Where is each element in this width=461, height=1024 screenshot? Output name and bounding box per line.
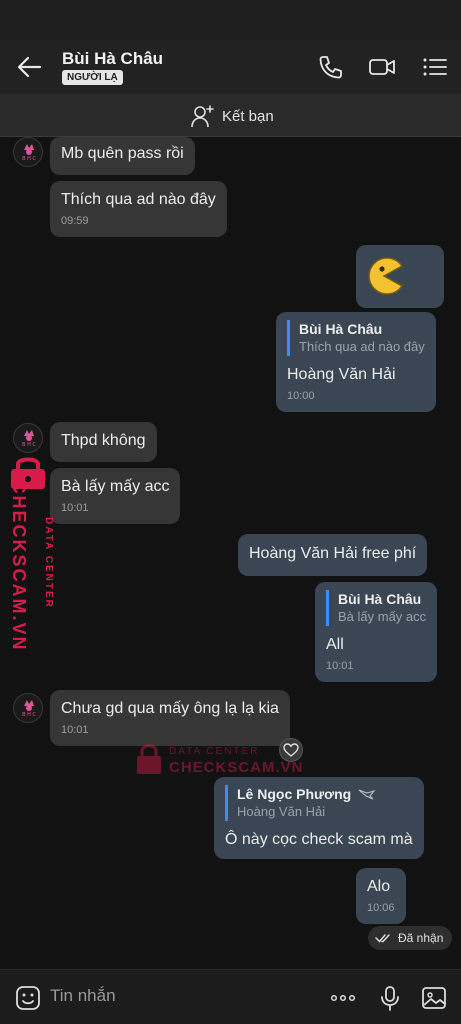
- delivery-status: Đã nhận: [368, 926, 453, 950]
- avatar-logo-icon: B H C: [22, 430, 36, 448]
- status-bar: [0, 0, 461, 40]
- reply-header: Lê Ngọc Phương: [237, 785, 413, 803]
- contact-name[interactable]: Bùi Hà Châu: [62, 49, 163, 69]
- avatar-logo-icon: B H C: [22, 700, 36, 718]
- message-bubble[interactable]: Bùi Hà Châu Bà lấy mấy acc All 10:01: [315, 582, 438, 682]
- message-input-bar: Tin nhắn: [0, 969, 461, 1024]
- stranger-badge: NGƯỜI LẠ: [62, 70, 123, 85]
- message-time: 10:06: [367, 902, 395, 914]
- message-text: Chưa gd qua mấy ông lạ lạ kia: [61, 700, 279, 717]
- reply-name: Bùi Hà Châu: [299, 321, 383, 337]
- message-time: 09:59: [61, 215, 89, 227]
- reply-quote[interactable]: Bùi Hà Châu Bà lấy mấy acc: [326, 590, 426, 626]
- add-friend-bar: Kết bạn: [0, 94, 461, 137]
- message-time: 10:01: [61, 502, 89, 514]
- message-time: 10:00: [287, 390, 315, 402]
- message-text: All: [326, 636, 344, 653]
- message-text: Bà lấy mấy acc: [61, 478, 170, 495]
- chat-header: Bùi Hà Châu NGƯỜI LẠ: [0, 40, 461, 94]
- image-icon[interactable]: [420, 984, 448, 1012]
- sticker-mini-icon: [358, 789, 376, 800]
- reply-quote[interactable]: Bùi Hà Châu Thích qua ad nào đây: [287, 320, 425, 356]
- message-bubble[interactable]: Thích qua ad nào đây 09:59: [50, 181, 227, 237]
- more-dots-icon[interactable]: [329, 984, 357, 1012]
- avatar[interactable]: B H C: [13, 693, 43, 723]
- sticker-message[interactable]: [356, 245, 444, 308]
- list-menu-icon[interactable]: [421, 54, 449, 80]
- watermark-line1: DATA CENTER: [169, 746, 260, 757]
- message-bubble[interactable]: Hoàng Văn Hải free phí: [238, 534, 428, 576]
- double-check-icon: [375, 934, 390, 943]
- reply-name: Lê Ngọc Phương: [237, 786, 352, 802]
- watermark-line2: CHECKSCAM.VN: [9, 480, 29, 652]
- message-bubble[interactable]: Bùi Hà Châu Thích qua ad nào đây Hoàng V…: [276, 312, 436, 412]
- watermark-vertical: DATA CENTER CHECKSCAM.VN: [6, 455, 56, 655]
- phone-icon[interactable]: [316, 54, 344, 80]
- svg-text:B H C: B H C: [22, 442, 36, 448]
- svg-text:B H C: B H C: [22, 712, 36, 718]
- message-bubble[interactable]: Mb quên pass rồi: [50, 137, 195, 175]
- message-bubble[interactable]: Lê Ngọc Phương Hoàng Văn Hải Ô này cọc c…: [214, 777, 424, 859]
- message-time: 10:01: [326, 660, 354, 672]
- arrow-left-icon[interactable]: [14, 54, 44, 80]
- add-friend-button[interactable]: Kết bạn: [190, 102, 274, 130]
- message-text: Mb quên pass rồi: [61, 145, 184, 162]
- message-time: 10:01: [61, 724, 89, 736]
- emoji-icon[interactable]: [14, 984, 42, 1012]
- video-camera-icon[interactable]: [368, 54, 396, 80]
- pacman-sticker: [368, 257, 404, 295]
- watermark-line2: CHECKSCAM.VN: [169, 759, 304, 776]
- message-bubble[interactable]: Chưa gd qua mấy ông lạ lạ kia 10:01: [50, 690, 290, 746]
- svg-text:B H C: B H C: [22, 156, 36, 162]
- reply-snippet: Thích qua ad nào đây: [299, 339, 425, 354]
- delivery-status-label: Đã nhận: [398, 931, 444, 945]
- message-list[interactable]: B H C Mb quên pass rồi Thích qua ad nào …: [0, 137, 461, 969]
- message-text: Thích qua ad nào đây: [61, 191, 216, 208]
- avatar[interactable]: B H C: [13, 137, 43, 167]
- watermark-center: DATA CENTER CHECKSCAM.VN: [135, 742, 303, 782]
- watermark-line1: DATA CENTER: [43, 517, 54, 609]
- message-text: Thpd không: [61, 432, 146, 449]
- message-bubble[interactable]: Bà lấy mấy acc 10:01: [50, 468, 181, 524]
- reply-snippet: Hoàng Văn Hải: [237, 804, 326, 819]
- message-text: Ô này cọc check scam mà: [225, 831, 413, 848]
- message-bubble[interactable]: Thpd không: [50, 422, 157, 462]
- reply-name: Bùi Hà Châu: [338, 591, 422, 607]
- add-friend-label: Kết bạn: [222, 107, 274, 125]
- message-text: Alo: [367, 878, 391, 895]
- padlock-icon: [137, 744, 161, 774]
- message-input[interactable]: Tin nhắn: [50, 986, 116, 1006]
- message-text: Hoàng Văn Hải: [287, 366, 396, 383]
- message-bubble[interactable]: Alo 10:06: [356, 868, 406, 924]
- microphone-icon[interactable]: [376, 984, 404, 1012]
- reply-snippet: Bà lấy mấy acc: [338, 609, 427, 624]
- person-add-icon: [191, 105, 214, 128]
- avatar[interactable]: B H C: [13, 423, 43, 453]
- avatar-logo-icon: B H C: [22, 144, 36, 162]
- message-text: Hoàng Văn Hải free phí: [249, 545, 417, 562]
- reply-quote[interactable]: Lê Ngọc Phương Hoàng Văn Hải: [225, 785, 413, 821]
